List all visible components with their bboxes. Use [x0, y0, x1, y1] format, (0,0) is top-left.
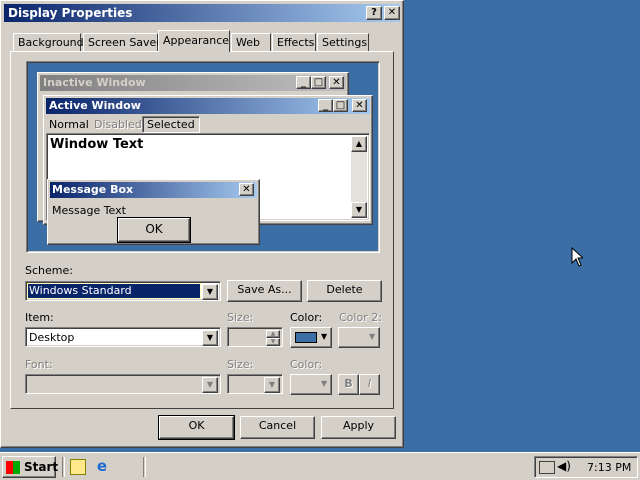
bold-button[interactable]: B: [338, 374, 359, 395]
separator: [143, 457, 146, 477]
delete-button[interactable]: Delete: [307, 280, 382, 302]
minimize-icon: _: [296, 76, 311, 89]
close-icon: ✕: [352, 99, 367, 112]
appearance-preview[interactable]: Inactive Window _ □ ✕ Active Window _ □ …: [26, 61, 380, 253]
spin-down-icon[interactable]: ▼: [266, 338, 280, 346]
chevron-down-icon[interactable]: ▼: [202, 330, 218, 346]
separator: [62, 457, 65, 477]
scheme-label: Scheme:: [25, 264, 73, 277]
italic-button[interactable]: I: [359, 374, 380, 395]
window-title: Display Properties: [8, 6, 133, 20]
tab-settings[interactable]: Settings: [317, 33, 369, 51]
message-box-preview[interactable]: Message Box ✕ Message Text OK: [47, 179, 260, 245]
minimize-icon: _: [318, 99, 333, 112]
chevron-down-icon[interactable]: ▼: [202, 377, 218, 393]
maximize-icon: □: [311, 76, 326, 89]
item-color-picker[interactable]: ▼: [290, 327, 332, 348]
menu-selected: Selected: [142, 116, 200, 133]
color-swatch: [295, 332, 317, 343]
display-properties-dialog: Display Properties ? ✕ Background Screen…: [0, 0, 404, 448]
start-button[interactable]: Start: [2, 456, 59, 478]
item-color2-picker[interactable]: ▼: [338, 327, 380, 348]
save-as-button[interactable]: Save As...: [227, 280, 302, 302]
taskbar: Start e ◀) 7:13 PM: [0, 452, 640, 480]
tab-appearance[interactable]: Appearance: [158, 30, 230, 52]
mouse-cursor-icon: [571, 247, 583, 267]
volume-icon[interactable]: ◀): [557, 459, 571, 473]
show-desktop-icon[interactable]: [70, 459, 86, 475]
active-window-title: Active Window: [49, 99, 141, 112]
cancel-button[interactable]: Cancel: [240, 416, 315, 439]
clock[interactable]: 7:13 PM: [587, 461, 631, 474]
ok-button[interactable]: OK: [158, 415, 235, 440]
font-color-picker[interactable]: ▼: [290, 374, 332, 395]
close-button[interactable]: ✕: [384, 6, 400, 20]
close-icon: ✕: [329, 76, 344, 89]
chevron-down-icon: ▼: [369, 332, 376, 341]
start-label: Start: [24, 460, 59, 474]
windows-logo-icon: [6, 461, 20, 474]
tab-effects[interactable]: Effects: [272, 33, 316, 51]
menu-normal: Normal: [49, 118, 89, 131]
apply-button[interactable]: Apply: [321, 416, 396, 439]
item-label: Item:: [25, 311, 54, 324]
spin-up-icon[interactable]: ▲: [266, 330, 280, 338]
item-size-spinner[interactable]: ▲ ▼: [227, 327, 283, 347]
tab-background[interactable]: Background: [13, 33, 84, 51]
font-select[interactable]: ▼: [25, 374, 221, 394]
message-ok-button[interactable]: OK: [117, 217, 191, 243]
scroll-up-icon[interactable]: ▲: [351, 136, 367, 152]
item-size-label: Size:: [227, 311, 254, 324]
chevron-down-icon[interactable]: ▼: [202, 284, 218, 300]
help-button[interactable]: ?: [366, 6, 382, 20]
network-icon[interactable]: [539, 461, 555, 474]
chevron-down-icon: ▼: [321, 379, 328, 388]
internet-explorer-icon[interactable]: e: [94, 459, 110, 475]
inactive-window-title: Inactive Window: [43, 76, 146, 89]
scroll-down-icon[interactable]: ▼: [351, 202, 367, 218]
font-size-select[interactable]: ▼: [227, 374, 283, 394]
tab-web[interactable]: Web: [231, 33, 271, 51]
tab-screen-saver[interactable]: Screen Saver: [83, 33, 161, 51]
scrollbar[interactable]: ▲ ▼: [351, 136, 367, 218]
chevron-down-icon: ▼: [321, 332, 328, 341]
item-select[interactable]: Desktop ▼: [25, 327, 221, 347]
item-color2-label: Color 2:: [339, 311, 382, 324]
chevron-down-icon[interactable]: ▼: [264, 377, 280, 393]
item-color-label: Color:: [290, 311, 323, 324]
close-icon: ✕: [239, 183, 254, 196]
font-size-label: Size:: [227, 358, 254, 371]
font-label: Font:: [25, 358, 53, 371]
font-color-label: Color:: [290, 358, 323, 371]
message-text: Message Text: [52, 204, 126, 217]
title-bar[interactable]: Display Properties ? ✕: [4, 4, 400, 22]
window-text-sample: Window Text: [50, 137, 144, 152]
system-tray: ◀) 7:13 PM: [534, 456, 638, 478]
scheme-value: Windows Standard: [27, 283, 201, 299]
message-box-title: Message Box: [52, 183, 134, 196]
item-value: Desktop: [29, 331, 75, 344]
scheme-select[interactable]: Windows Standard ▼: [25, 281, 221, 301]
menu-disabled: Disabled: [94, 118, 142, 131]
maximize-icon: □: [333, 99, 348, 112]
